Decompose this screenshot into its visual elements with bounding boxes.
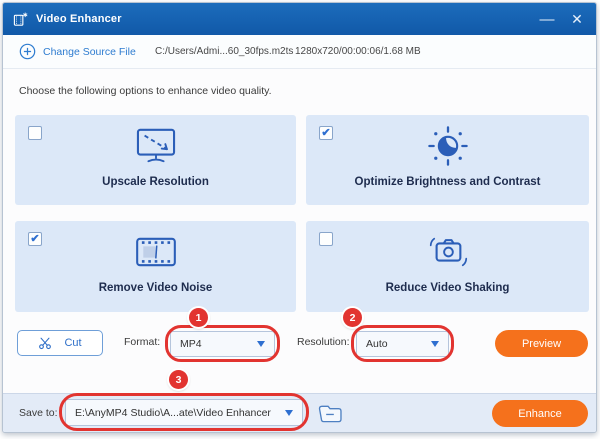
card-label: Upscale Resolution — [102, 176, 209, 188]
title-bar: Video Enhancer — [3, 3, 596, 35]
format-dropdown[interactable]: MP4 — [170, 331, 275, 357]
film-noise-icon — [135, 237, 176, 267]
plus-circle-icon — [19, 43, 36, 60]
source-file-info: 1280x720/00:00:06/1.68 MB — [295, 46, 421, 57]
option-card-reduce-shaking[interactable]: Reduce Video Shaking — [306, 221, 589, 312]
save-path-value: E:\AnyMP4 Studio\A...ate\Video Enhancer — [75, 406, 271, 419]
caret-down-icon — [285, 409, 293, 416]
window-title: Video Enhancer — [36, 13, 122, 25]
option-card-optimize-brightness[interactable]: ✔ Optimize Brightness and Contrast — [306, 115, 589, 205]
card-label: Remove Video Noise — [98, 282, 213, 294]
save-path-dropdown[interactable]: E:\AnyMP4 Studio\A...ate\Video Enhancer — [65, 399, 303, 426]
format-label: Format: — [124, 336, 161, 348]
enhance-button[interactable]: Enhance — [492, 400, 588, 427]
resolution-value: Auto — [366, 338, 388, 350]
folder-icon — [318, 405, 342, 422]
source-toolbar: Change Source File C:/Users/Admi...60_30… — [3, 35, 596, 69]
format-value: MP4 — [180, 338, 202, 350]
close-button[interactable]: ✕ — [564, 3, 590, 35]
save-to-label: Save to: — [19, 407, 58, 419]
option-card-remove-noise[interactable]: ✔ Remove Video Noise — [15, 221, 296, 312]
camera-shake-icon — [429, 237, 467, 267]
change-source-label: Change Source File — [43, 45, 136, 58]
monitor-upscale-icon — [136, 128, 175, 163]
open-folder-button[interactable] — [316, 401, 344, 425]
instruction-text: Choose the following options to enhance … — [19, 85, 272, 97]
caret-down-icon — [257, 341, 265, 347]
brightness-contrast-icon — [427, 126, 468, 166]
preview-button[interactable]: Preview — [495, 330, 588, 357]
card-label: Reduce Video Shaking — [385, 282, 510, 294]
card-label: Optimize Brightness and Contrast — [354, 176, 541, 188]
annotation-step-badge-3: 3 — [169, 370, 188, 389]
video-enhancer-window: Video Enhancer — ✕ Change Source File C:… — [2, 2, 597, 433]
resolution-label: Resolution: — [297, 336, 350, 348]
app-icon — [13, 11, 28, 26]
cut-label: Cut — [64, 337, 82, 349]
option-card-upscale-resolution[interactable]: Upscale Resolution — [15, 115, 296, 205]
annotation-step-badge-1: 1 — [189, 308, 208, 327]
change-source-file-button[interactable]: Change Source File — [19, 43, 136, 60]
minimize-button[interactable]: — — [534, 3, 560, 35]
cut-button[interactable]: Cut — [17, 330, 103, 356]
source-file-path: C:/Users/Admi...60_30fps.m2ts — [155, 46, 294, 57]
scissors-icon — [39, 337, 52, 350]
annotation-step-badge-2: 2 — [343, 308, 362, 327]
resolution-dropdown[interactable]: Auto — [356, 331, 449, 357]
caret-down-icon — [431, 341, 439, 347]
